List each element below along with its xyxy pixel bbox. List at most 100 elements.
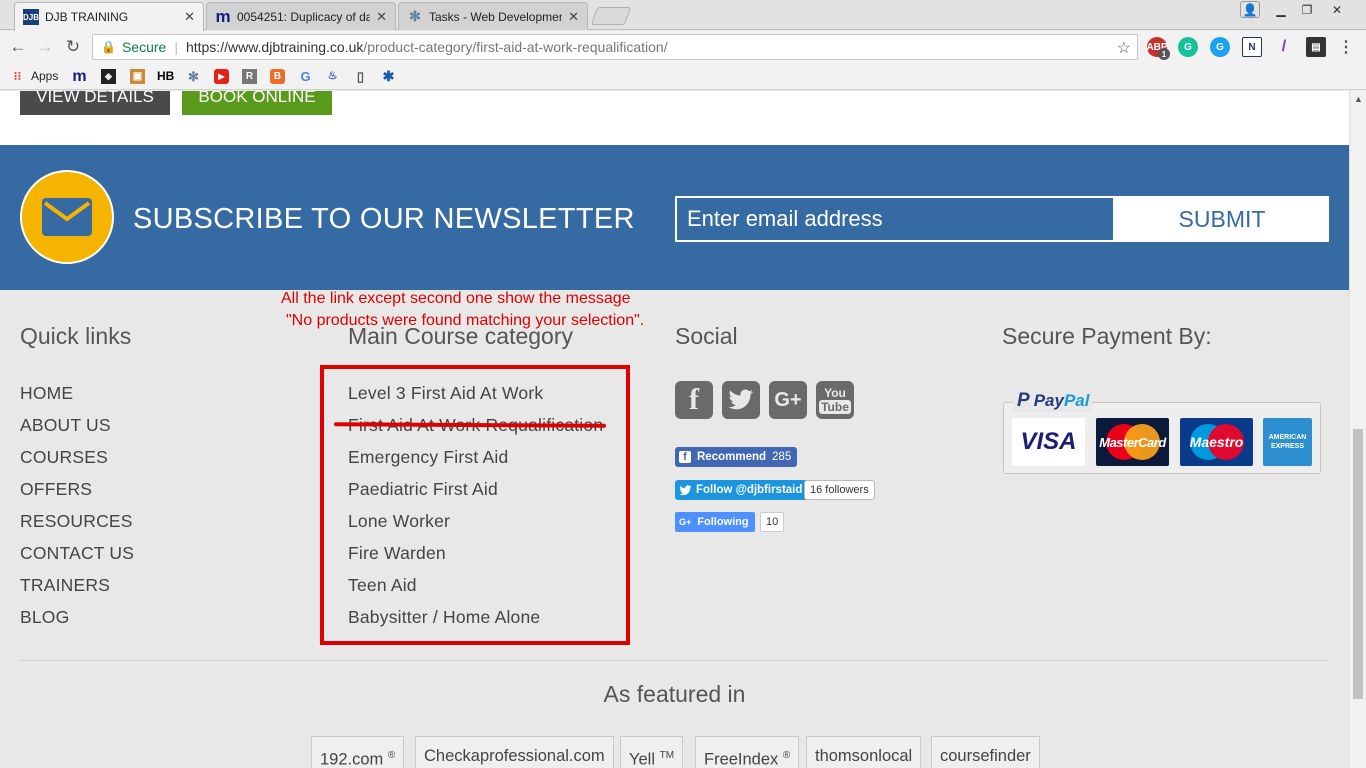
page-icon: ▯ — [356, 68, 365, 84]
quick-links-list: HOME ABOUT US COURSES OFFERS RESOURCES C… — [20, 381, 134, 637]
tab-djb-training[interactable]: DJB DJB TRAINING ✕ — [14, 2, 204, 31]
facebook-recommend-button[interactable]: f Recommend 285 — [675, 447, 798, 467]
maestro-card-icon: Maestro — [1180, 418, 1253, 466]
secure-label: Secure — [121, 39, 167, 55]
tab-mantis[interactable]: m 0054251: Duplicacy of da ✕ — [206, 2, 396, 30]
puzzle-icon: ✱ — [382, 67, 395, 84]
youtube-bookmark-icon: ▶ — [214, 68, 229, 84]
twitter-icon[interactable] — [722, 381, 760, 419]
mastercard-icon: MasterCard — [1096, 418, 1169, 466]
visa-card-icon: VISA — [1012, 418, 1085, 466]
twitter-follow-button[interactable]: Follow @djbfirstaid — [675, 480, 809, 500]
footer-divider — [20, 660, 1329, 661]
featured-192-com[interactable]: 192.com ® — [311, 736, 405, 768]
google-plus-icon[interactable]: G+ — [769, 381, 807, 419]
google-icon: G — [300, 68, 311, 84]
minimize-icon[interactable]: ▁ — [1270, 0, 1292, 20]
gplus-following-button[interactable]: G+ Following — [675, 512, 755, 532]
address-bar[interactable]: 🔒 Secure | https://www.djbtraining.co.uk… — [92, 34, 1138, 60]
bookmarks-bar: ⁝⁝ Apps m ◈ ▣ HB ✻ ▶ R B G ♨ ▯ ✱ — [0, 63, 1366, 90]
tab-close-icon[interactable]: ✕ — [376, 9, 387, 25]
chef-hat-icon: ♨ — [327, 69, 338, 82]
fb-recommend-count: 285 — [772, 451, 792, 463]
bookmark-r[interactable]: R — [242, 68, 257, 84]
restore-icon[interactable]: ❐ — [1296, 0, 1318, 20]
bookmark-google[interactable]: G — [298, 68, 313, 84]
film-extension-icon[interactable]: ▤ — [1306, 37, 1326, 57]
mantis-icon: m — [72, 67, 87, 85]
bookmark-page[interactable]: ▯ — [353, 68, 368, 84]
tasks-favicon-icon: ✻ — [409, 8, 421, 24]
bookmark-hb[interactable]: HB — [157, 68, 175, 84]
menu-kebab-icon[interactable]: ⋮ — [1336, 37, 1356, 57]
email-input[interactable] — [675, 196, 1115, 242]
bookmark-2[interactable]: ◈ — [101, 68, 116, 84]
twitter-small-icon — [679, 484, 692, 495]
twitter-followers-count: 16 followers — [804, 480, 875, 500]
browser-tab-bar: DJB DJB TRAINING ✕ m 0054251: Duplicacy … — [0, 0, 1366, 31]
facebook-icon[interactable]: f — [675, 381, 713, 419]
quick-link-contact-us[interactable]: CONTACT US — [20, 541, 134, 573]
submit-button[interactable]: SUBMIT — [1115, 196, 1329, 242]
blogger-icon: B — [270, 68, 285, 84]
url-path: /product-category/first-aid-at-work-requ… — [363, 39, 668, 55]
pen-extension-icon[interactable]: / — [1274, 37, 1294, 57]
user-profile-icon[interactable]: 👤 — [1240, 1, 1260, 18]
tab-close-icon[interactable]: ✕ — [184, 9, 195, 25]
forward-arrow-icon[interactable]: → — [34, 36, 56, 58]
bookmark-gear[interactable]: ✱ — [381, 68, 396, 84]
grammarly-icon[interactable]: G — [1178, 37, 1198, 57]
bookmark-6[interactable]: B — [270, 68, 285, 84]
scroll-up-arrow-icon[interactable]: ▲ — [1354, 94, 1363, 104]
mail-circle — [20, 170, 114, 264]
featured-coursefinder[interactable]: coursefinder — [931, 736, 1040, 768]
payment-heading: Secure Payment By: — [1002, 323, 1212, 349]
bookmark-youtube[interactable]: ▶ — [214, 68, 229, 84]
featured-checkaprofessional[interactable]: Checkaprofessional.com — [415, 736, 614, 768]
quick-link-courses[interactable]: COURSES — [20, 445, 134, 477]
quick-link-offers[interactable]: OFFERS — [20, 477, 134, 509]
lock-icon: 🔒 — [101, 40, 116, 54]
youtube-icon[interactable]: You Tube — [816, 381, 854, 419]
featured-yell[interactable]: Yell TM — [620, 736, 684, 768]
r-icon: R — [242, 68, 257, 84]
featured-freeindex[interactable]: FreeIndex ® — [695, 736, 800, 768]
quick-link-home[interactable]: HOME — [20, 381, 134, 413]
gplus-count: 10 — [760, 512, 785, 532]
book-online-button[interactable]: BOOK ONLINE — [182, 91, 332, 115]
reload-icon[interactable]: ↻ — [62, 36, 84, 58]
quick-link-about-us[interactable]: ABOUT US — [20, 413, 134, 445]
bookmark-star-icon[interactable]: ☆ — [1117, 38, 1131, 58]
hb-icon: HB — [157, 68, 175, 83]
apps-bookmark[interactable]: ⁝⁝ Apps — [10, 68, 59, 84]
grammarly-alt-icon[interactable]: G — [1210, 37, 1230, 57]
newsletter-title: SUBSCRIBE TO OUR NEWSLETTER — [133, 203, 635, 235]
envelope-icon — [42, 198, 92, 236]
window-close-icon[interactable]: ✕ — [1326, 0, 1348, 20]
page-scrollbar[interactable]: ▲ — [1349, 91, 1366, 768]
new-tab-button[interactable] — [590, 7, 632, 25]
omnibox-separator: | — [174, 39, 178, 55]
featured-thomsonlocal[interactable]: thomsonlocal — [806, 736, 922, 768]
extension-n-icon[interactable]: N — [1242, 37, 1262, 57]
featured-heading: As featured in — [603, 681, 746, 707]
bookmark-8[interactable]: ♨ — [325, 68, 340, 84]
bookmark-tasks[interactable]: ✻ — [186, 68, 201, 84]
package-icon: ▣ — [130, 68, 145, 84]
main-category-heading: Main Course category — [348, 323, 573, 349]
tab-close-icon[interactable]: ✕ — [568, 9, 579, 25]
tab-tasks[interactable]: ✻ Tasks - Web Developmen ✕ — [398, 2, 588, 30]
quick-links-heading: Quick links — [20, 323, 132, 349]
back-arrow-icon[interactable]: ← — [7, 36, 29, 58]
facebook-small-icon: f — [679, 451, 691, 463]
page-viewport: VIEW DETAILS BOOK ONLINE SUBSCRIBE TO OU… — [0, 91, 1349, 768]
quick-link-blog[interactable]: BLOG — [20, 605, 134, 637]
bookmark-3[interactable]: ▣ — [130, 68, 145, 84]
scroll-thumb[interactable] — [1353, 429, 1363, 699]
paypal-p-icon: P — [1017, 390, 1030, 411]
mantis-bookmark[interactable]: m — [72, 68, 87, 84]
quick-link-trainers[interactable]: TRAINERS — [20, 573, 134, 605]
url-host: https://www.djbtraining.co.uk — [185, 39, 364, 55]
view-details-button[interactable]: VIEW DETAILS — [20, 91, 170, 115]
quick-link-resources[interactable]: RESOURCES — [20, 509, 134, 541]
